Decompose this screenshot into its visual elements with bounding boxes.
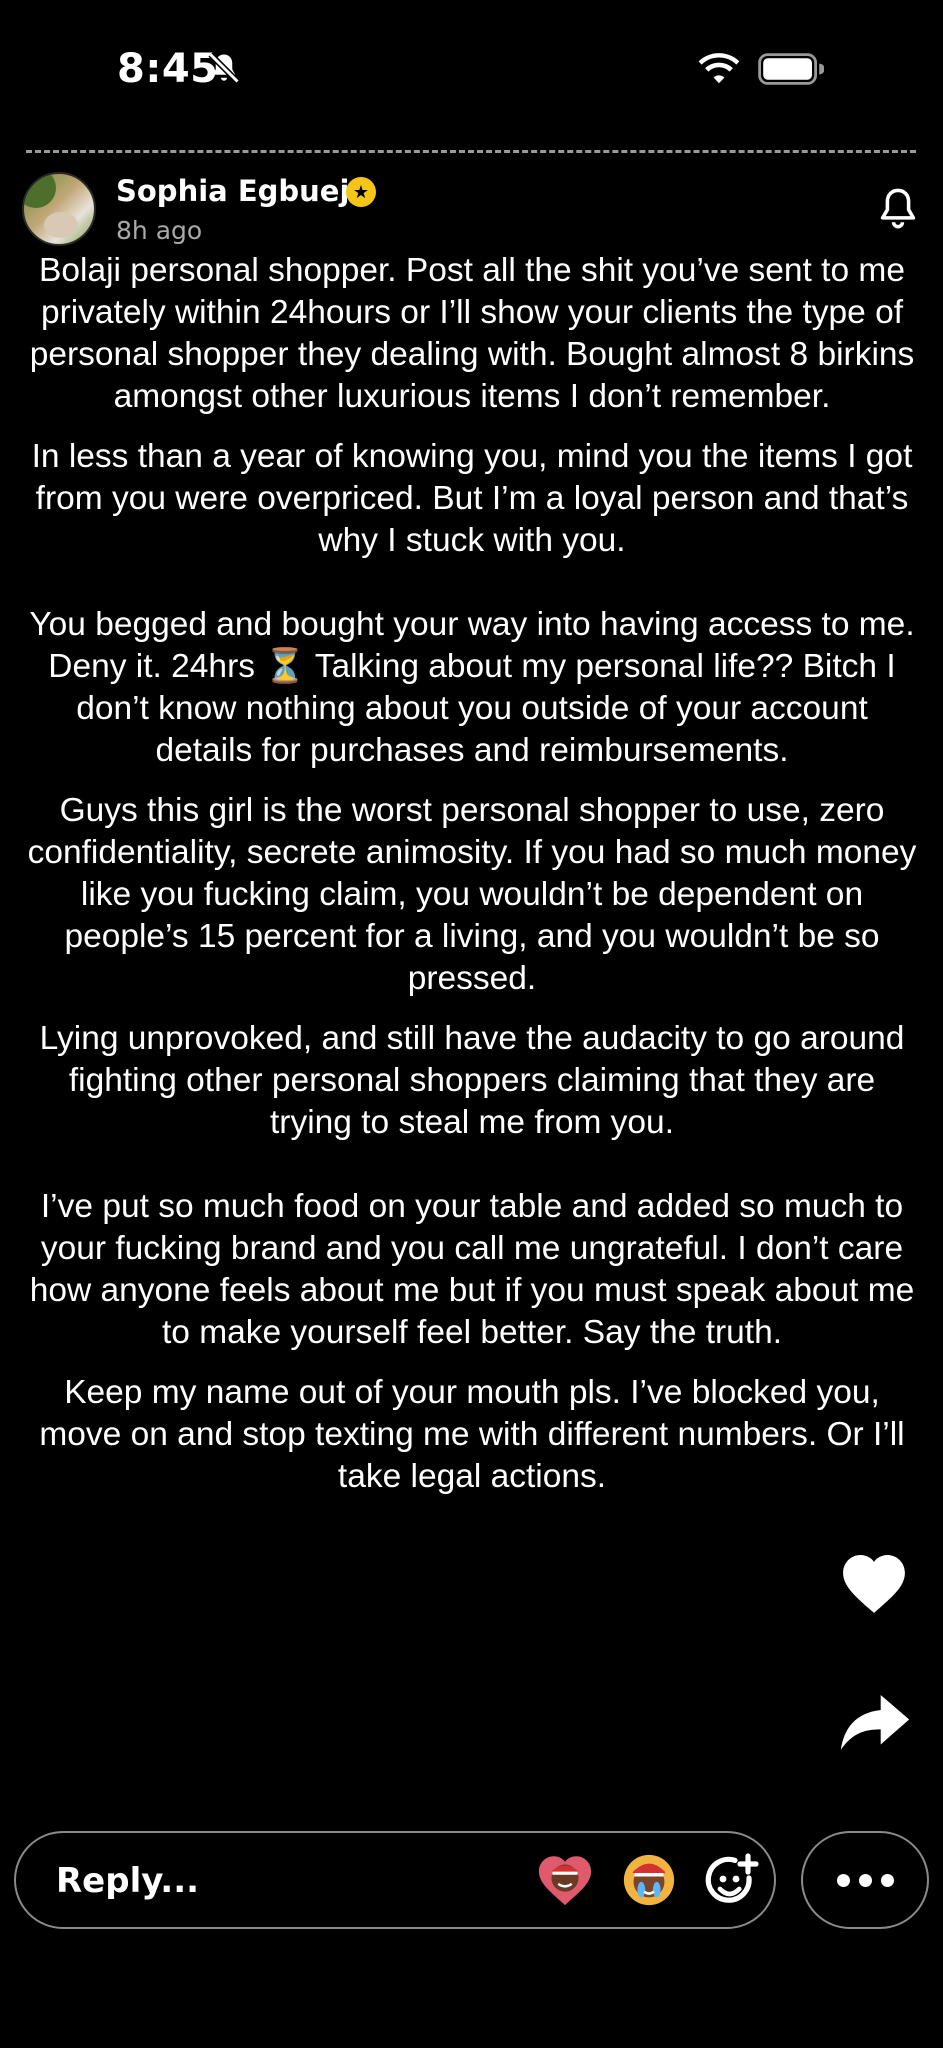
reply-placeholder: Reply...	[56, 1861, 200, 1901]
story-paragraph: Lying unprovoked, and still have the aud…	[39, 1020, 905, 1141]
story-paragraph: In less than a year of knowing you, mind…	[31, 438, 913, 559]
heart-icon[interactable]	[838, 1549, 910, 1615]
more-dots-icon	[836, 1873, 850, 1887]
share-arrow-icon[interactable]	[838, 1692, 912, 1752]
wifi-icon	[698, 53, 740, 84]
more-options-button[interactable]	[801, 1831, 929, 1929]
status-time: 8:45	[117, 46, 219, 92]
reply-input[interactable]: Reply...	[14, 1831, 776, 1929]
story-text: Bolaji personal shopper. Post all the sh…	[26, 250, 918, 1498]
post-time: 8h ago	[116, 216, 203, 245]
bitmoji-heart-icon[interactable]	[536, 1851, 594, 1909]
bitmoji-crying-icon[interactable]	[620, 1851, 678, 1909]
add-reaction-icon[interactable]	[704, 1853, 760, 1909]
bell-slash-icon	[208, 52, 240, 84]
status-bar: 8:45	[0, 0, 943, 130]
story-paragraph: Guys this girl is the worst personal sho…	[27, 792, 917, 997]
story-paragraph: I’ve put so much food on your table and …	[29, 1188, 915, 1351]
story-paragraph: Bolaji personal shopper. Post all the sh…	[29, 252, 915, 415]
battery-icon	[758, 53, 824, 85]
author-name[interactable]: Sophia Egbueje	[116, 174, 369, 208]
avatar[interactable]	[22, 172, 96, 246]
story-paragraph: You begged and bought your way into havi…	[29, 606, 915, 769]
story-paragraph: Keep my name out of your mouth pls. I’ve…	[39, 1374, 905, 1495]
bell-icon[interactable]	[876, 186, 920, 232]
star-badge-icon: ★	[346, 177, 376, 207]
story-header: Sophia Egbueje ★ 8h ago	[0, 168, 943, 248]
story-progress-bar	[26, 150, 916, 153]
